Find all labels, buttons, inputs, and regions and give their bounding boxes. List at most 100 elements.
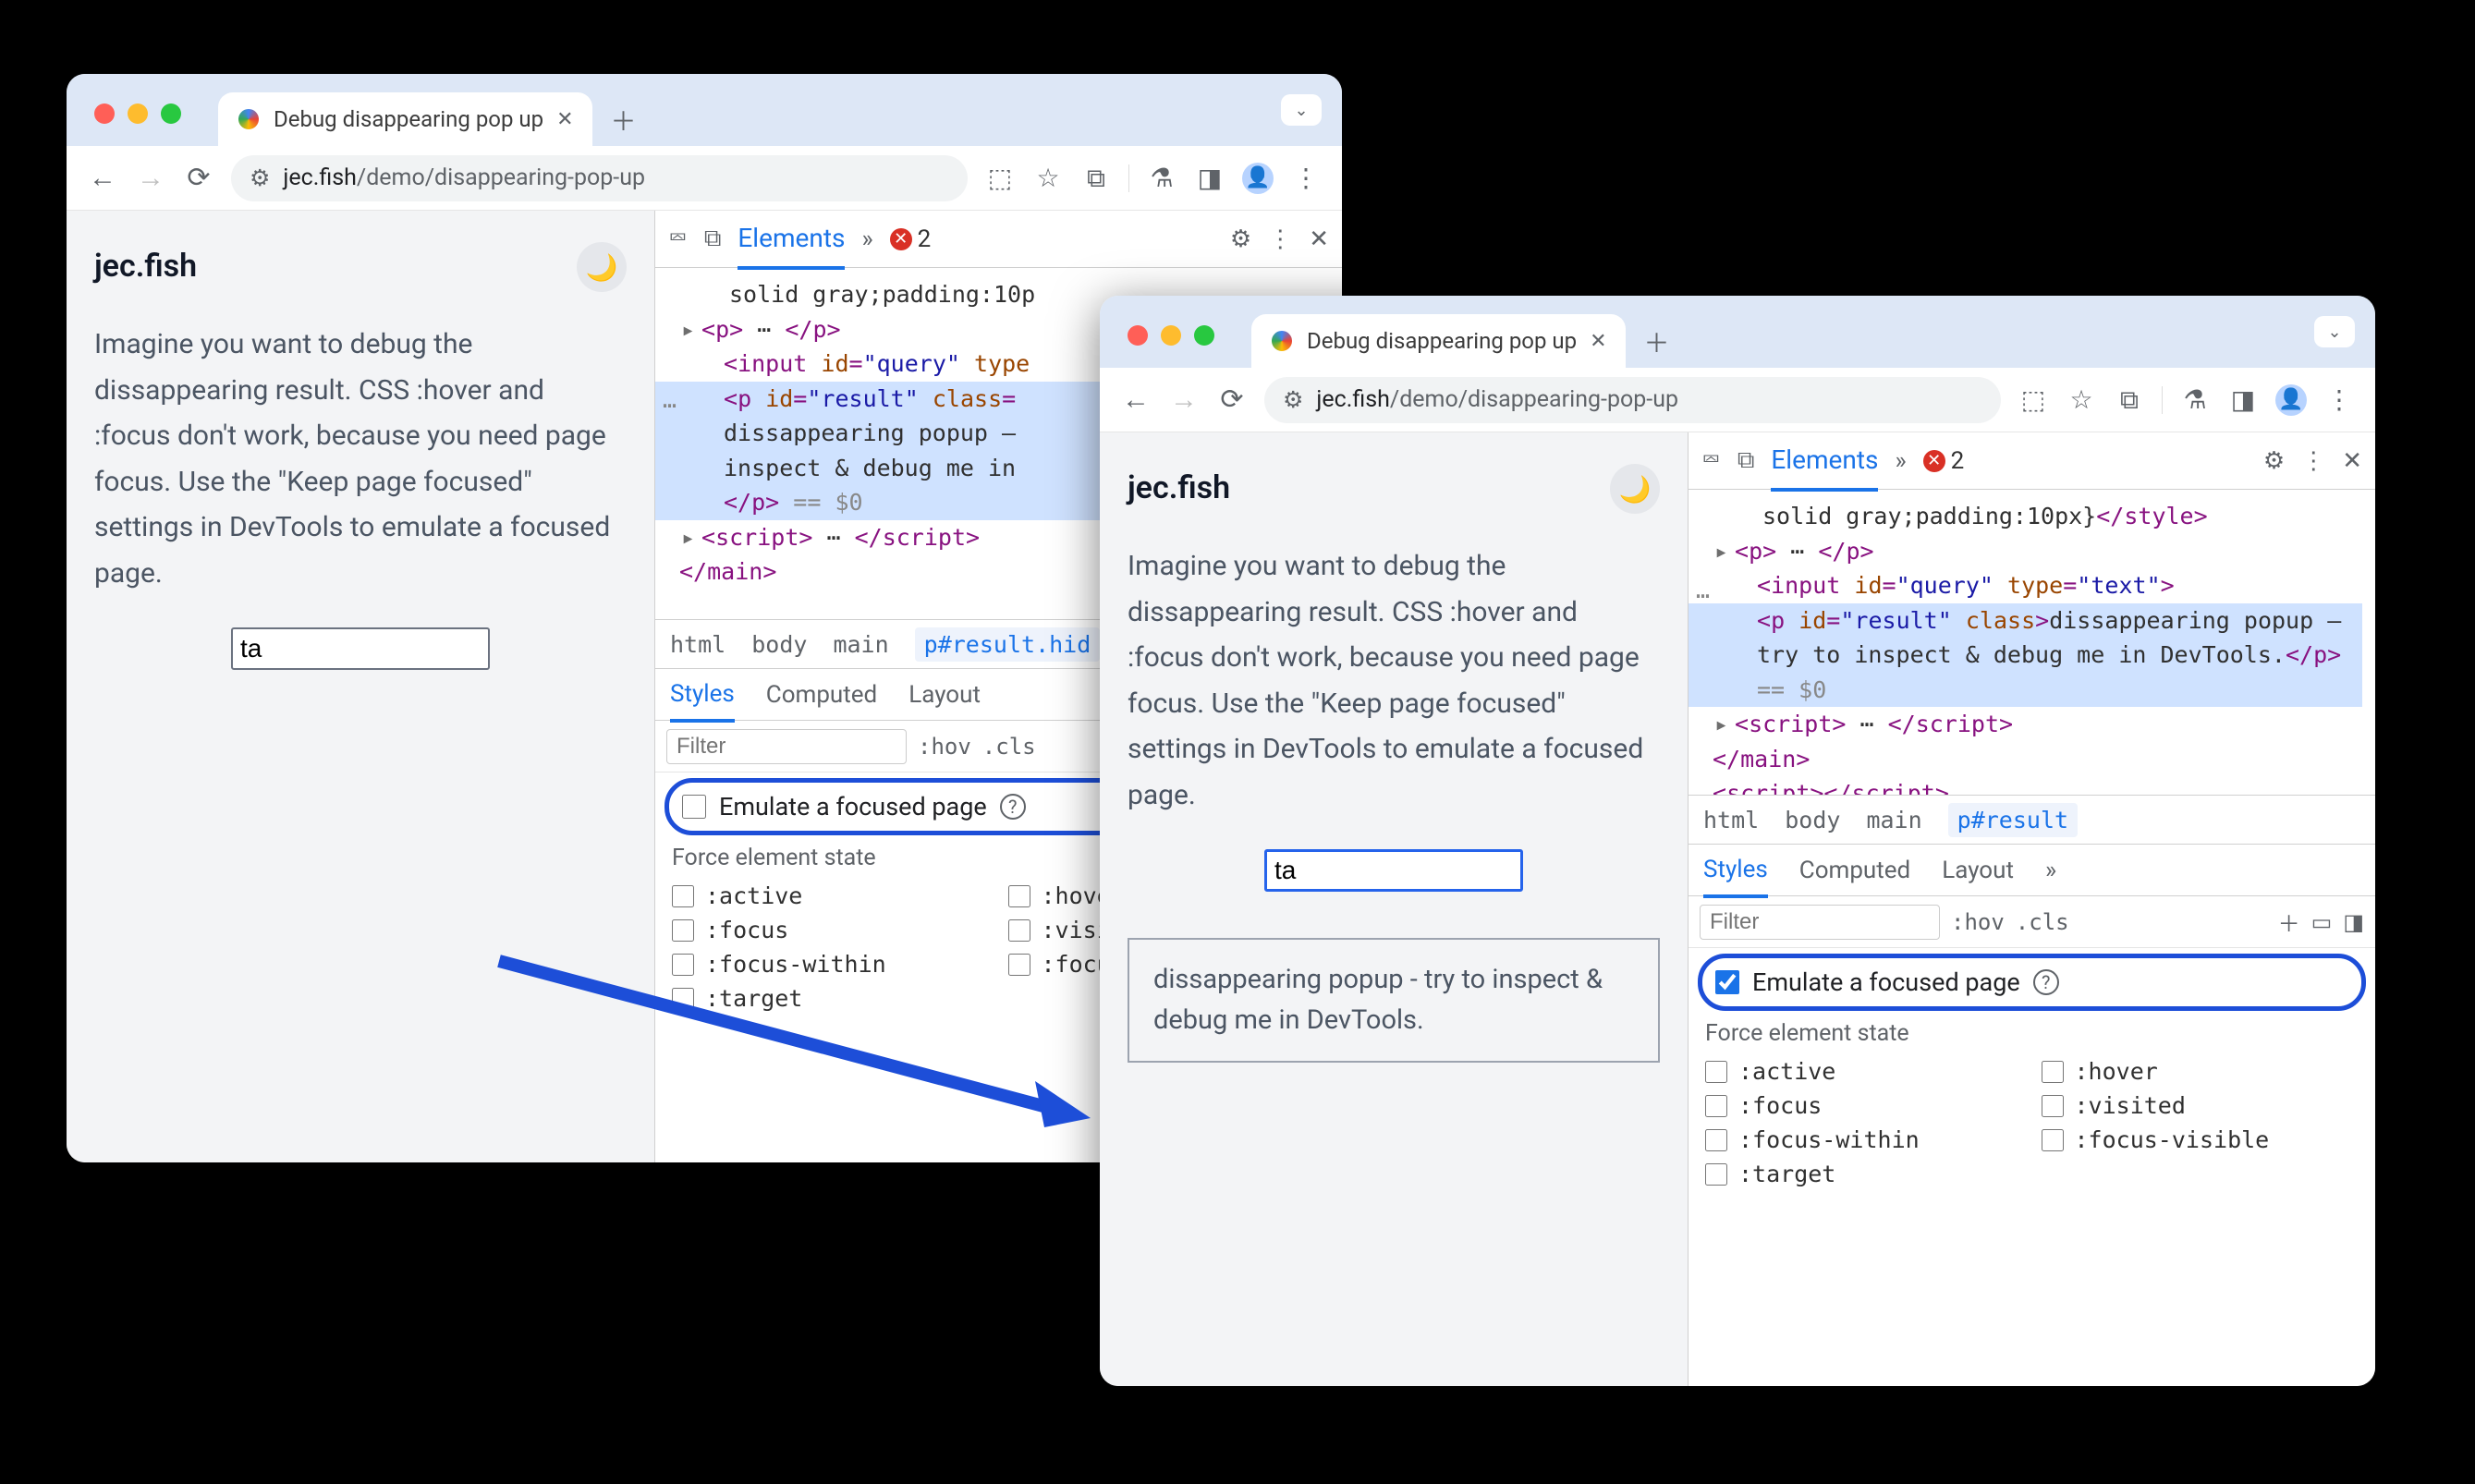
hov-toggle[interactable]: :hov <box>918 734 971 760</box>
state-active[interactable]: :active <box>1705 1058 2023 1085</box>
crumb-html[interactable]: html <box>1703 807 1759 833</box>
bookmark-icon[interactable]: ☆ <box>2066 384 2097 415</box>
new-tab-button[interactable]: ＋ <box>1637 322 1677 362</box>
back-button[interactable]: ← <box>1120 383 1152 416</box>
side-panel-icon[interactable]: ◨ <box>2227 384 2259 415</box>
state-focus-visible[interactable]: :focus-visible <box>2042 1126 2359 1153</box>
state-focus-within[interactable]: :focus-within <box>672 951 990 978</box>
dark-mode-toggle[interactable]: 🌙 <box>577 242 627 292</box>
menu-icon[interactable]: ⋮ <box>2323 384 2355 415</box>
error-badge[interactable]: ✕2 <box>890 225 932 253</box>
state-focus-within-checkbox[interactable] <box>1705 1129 1727 1151</box>
crumb-active[interactable]: p#result <box>1948 803 2078 837</box>
minimize-window-button[interactable] <box>1161 325 1181 346</box>
state-target[interactable]: :target <box>1705 1161 2023 1187</box>
back-button[interactable]: ← <box>87 162 118 194</box>
close-devtools-icon[interactable]: ✕ <box>2342 447 2362 475</box>
tabs-dropdown-button[interactable]: ⌄ <box>2314 316 2355 347</box>
state-focus-checkbox[interactable] <box>1705 1095 1727 1117</box>
close-window-button[interactable] <box>94 103 115 124</box>
state-hover-checkbox[interactable] <box>1008 885 1030 907</box>
fullscreen-window-button[interactable] <box>1194 325 1214 346</box>
address-bar[interactable]: ⚙ jec.fish/demo/disappearing-pop-up <box>231 155 968 201</box>
browser-tab[interactable]: Debug disappearing pop up ✕ <box>1251 314 1626 368</box>
fullscreen-window-button[interactable] <box>161 103 181 124</box>
elements-tab[interactable]: Elements <box>738 223 845 270</box>
tab-styles[interactable]: Styles <box>1703 856 1768 898</box>
close-devtools-icon[interactable]: ✕ <box>1309 225 1329 253</box>
close-tab-icon[interactable]: ✕ <box>1590 330 1606 353</box>
new-tab-button[interactable]: ＋ <box>604 100 644 140</box>
state-focus-visible-checkbox[interactable] <box>2042 1129 2064 1151</box>
profile-avatar[interactable]: 👤 <box>2275 384 2307 416</box>
site-settings-icon[interactable]: ⚙ <box>250 164 270 192</box>
tab-styles[interactable]: Styles <box>670 680 735 723</box>
dom-tree[interactable]: ⋯ solid gray;padding:10px}</style> ▸<p> … <box>1689 490 2375 795</box>
error-badge[interactable]: ✕2 <box>1923 447 1965 475</box>
state-target[interactable]: :target <box>672 985 990 1012</box>
state-target-checkbox[interactable] <box>672 988 694 1010</box>
reload-button[interactable]: ⟳ <box>1216 383 1248 416</box>
state-focus-visible-checkbox[interactable] <box>1008 954 1030 976</box>
reload-button[interactable]: ⟳ <box>183 162 214 194</box>
state-visited[interactable]: :visited <box>2042 1092 2359 1119</box>
labs-icon[interactable]: ⚗ <box>2179 384 2211 415</box>
state-hover-checkbox[interactable] <box>2042 1061 2064 1083</box>
state-active[interactable]: :active <box>672 882 990 909</box>
more-tabs-icon[interactable]: » <box>2045 857 2056 884</box>
forward-button[interactable]: → <box>135 162 166 194</box>
minimize-window-button[interactable] <box>128 103 148 124</box>
devtools-menu-icon[interactable]: ⋮ <box>2301 447 2325 475</box>
emulate-focused-checkbox[interactable] <box>1715 970 1739 994</box>
cls-toggle[interactable]: .cls <box>982 734 1036 760</box>
state-focus-within[interactable]: :focus-within <box>1705 1126 2023 1153</box>
close-window-button[interactable] <box>1128 325 1148 346</box>
state-active-checkbox[interactable] <box>672 885 694 907</box>
extensions-icon[interactable]: ⧉ <box>1080 163 1112 194</box>
menu-icon[interactable]: ⋮ <box>1290 163 1322 193</box>
state-hover[interactable]: :hover <box>2042 1058 2359 1085</box>
device-toolbar-icon[interactable]: ⧉ <box>704 225 722 253</box>
install-app-icon[interactable]: ⬚ <box>984 163 1016 193</box>
extensions-icon[interactable]: ⧉ <box>2114 384 2145 416</box>
more-panels-icon[interactable]: » <box>1895 447 1906 475</box>
inspect-icon[interactable]: ⮹ <box>668 225 688 253</box>
elements-tab[interactable]: Elements <box>1771 444 1878 492</box>
emulate-focused-checkbox[interactable] <box>682 795 706 819</box>
cls-toggle[interactable]: .cls <box>2016 909 2069 935</box>
address-bar[interactable]: ⚙ jec.fish/demo/disappearing-pop-up <box>1264 377 2001 423</box>
crumb-body[interactable]: body <box>751 631 807 658</box>
device-toolbar-icon[interactable]: ⧉ <box>1737 446 1755 475</box>
side-panel-icon[interactable]: ◨ <box>1194 163 1225 193</box>
hov-toggle[interactable]: :hov <box>1951 909 2005 935</box>
tab-computed[interactable]: Computed <box>766 681 877 709</box>
settings-icon[interactable]: ⚙ <box>2263 447 2285 475</box>
state-visited-checkbox[interactable] <box>1008 919 1030 942</box>
bookmark-icon[interactable]: ☆ <box>1032 163 1064 193</box>
breadcrumb[interactable]: html body main p#result <box>1689 795 2375 845</box>
computed-styles-icon[interactable]: ▭ <box>2311 909 2333 935</box>
crumb-active[interactable]: p#result.hid <box>915 627 1101 662</box>
dark-mode-toggle[interactable]: 🌙 <box>1610 464 1660 514</box>
crumb-main[interactable]: main <box>1866 807 1921 833</box>
close-tab-icon[interactable]: ✕ <box>556 108 573 131</box>
new-style-rule-icon[interactable]: ＋ <box>2278 906 2300 938</box>
crumb-html[interactable]: html <box>670 631 725 658</box>
styles-filter-input[interactable] <box>1700 905 1940 940</box>
tab-computed[interactable]: Computed <box>1799 857 1910 884</box>
state-focus[interactable]: :focus <box>1705 1092 2023 1119</box>
tab-layout[interactable]: Layout <box>1942 857 2014 884</box>
more-panels-icon[interactable]: » <box>861 225 872 253</box>
help-icon[interactable]: ? <box>1000 794 1026 820</box>
forward-button[interactable]: → <box>1168 383 1200 416</box>
profile-avatar[interactable]: 👤 <box>1242 163 1274 194</box>
state-focus[interactable]: :focus <box>672 917 990 943</box>
query-input[interactable] <box>1264 849 1523 892</box>
labs-icon[interactable]: ⚗ <box>1146 163 1177 193</box>
toggle-sidebar-icon[interactable]: ◨ <box>2343 909 2364 935</box>
tab-layout[interactable]: Layout <box>908 681 981 709</box>
browser-tab[interactable]: Debug disappearing pop up ✕ <box>218 92 592 146</box>
tabs-dropdown-button[interactable]: ⌄ <box>1281 94 1322 126</box>
devtools-menu-icon[interactable]: ⋮ <box>1268 225 1292 253</box>
site-settings-icon[interactable]: ⚙ <box>1283 386 1303 414</box>
